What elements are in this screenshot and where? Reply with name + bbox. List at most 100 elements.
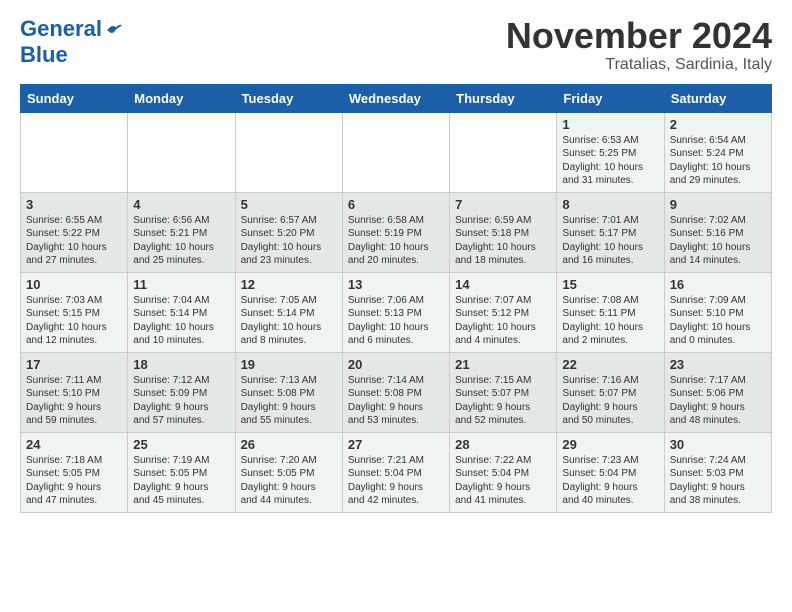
calendar-row: 3 Sunrise: 6:55 AM Sunset: 5:22 PM Daylig…: [21, 192, 772, 272]
day-number: 18: [133, 357, 229, 372]
day-number: 24: [26, 437, 122, 452]
table-row: 5 Sunrise: 6:57 AM Sunset: 5:20 PM Daylig…: [235, 192, 342, 272]
table-row: 19Sunrise: 7:13 AM Sunset: 5:08 PM Dayli…: [235, 352, 342, 432]
day-info: Sunrise: 6:56 AM Sunset: 5:21 PM Dayligh…: [133, 214, 229, 268]
col-thursday: Thursday: [450, 84, 557, 112]
day-number: 12: [241, 277, 337, 292]
table-row: 16 Sunrise: 7:09 AM Sunset: 5:10 PM Dayli…: [664, 272, 771, 352]
calendar-row: 10 Sunrise: 7:03 AM Sunset: 5:15 PM Dayli…: [21, 272, 772, 352]
day-number: 30: [670, 437, 766, 452]
day-info: Sunrise: 7:11 AM Sunset: 5:10 PM Dayligh…: [26, 374, 122, 428]
day-number: 17: [26, 357, 122, 372]
col-monday: Monday: [128, 84, 235, 112]
day-number: 14: [455, 277, 551, 292]
day-number: 26: [241, 437, 337, 452]
day-info: Sunrise: 7:20 AM Sunset: 5:05 PM Dayligh…: [241, 454, 337, 508]
day-info: Sunrise: 7:03 AM Sunset: 5:15 PM Dayligh…: [26, 294, 122, 348]
col-saturday: Saturday: [664, 84, 771, 112]
day-info: Sunrise: 7:22 AM Sunset: 5:04 PM Dayligh…: [455, 454, 551, 508]
day-number: 6: [348, 197, 444, 212]
table-row: 23Sunrise: 7:17 AM Sunset: 5:06 PM Dayli…: [664, 352, 771, 432]
table-row: 25Sunrise: 7:19 AM Sunset: 5:05 PM Dayli…: [128, 432, 235, 512]
table-row: 17 Sunrise: 7:11 AM Sunset: 5:10 PM Dayli…: [21, 352, 128, 432]
logo-bird-icon: [104, 22, 122, 36]
table-row: 1 Sunrise: 6:53 AM Sunset: 5:25 PM Daylig…: [557, 112, 664, 192]
day-number: 21: [455, 357, 551, 372]
day-info: Sunrise: 6:54 AM Sunset: 5:24 PM Dayligh…: [670, 134, 766, 188]
table-row: 9Sunrise: 7:02 AM Sunset: 5:16 PM Daylig…: [664, 192, 771, 272]
day-info: Sunrise: 7:24 AM Sunset: 5:03 PM Dayligh…: [670, 454, 766, 508]
day-info: Sunrise: 7:04 AM Sunset: 5:14 PM Dayligh…: [133, 294, 229, 348]
table-row: 12Sunrise: 7:05 AM Sunset: 5:14 PM Dayli…: [235, 272, 342, 352]
table-row: 14 Sunrise: 7:07 AM Sunset: 5:12 PM Dayli…: [450, 272, 557, 352]
page: General Blue November 2024 Tratalias, Sa…: [0, 0, 792, 533]
day-number: 23: [670, 357, 766, 372]
calendar-row: 17 Sunrise: 7:11 AM Sunset: 5:10 PM Dayli…: [21, 352, 772, 432]
calendar-row: 24 Sunrise: 7:18 AM Sunset: 5:05 PM Dayli…: [21, 432, 772, 512]
day-number: 29: [562, 437, 658, 452]
day-info: Sunrise: 7:15 AM Sunset: 5:07 PM Dayligh…: [455, 374, 551, 428]
day-number: 7: [455, 197, 551, 212]
table-row: [342, 112, 449, 192]
table-row: 30 Sunrise: 7:24 AM Sunset: 5:03 PM Dayli…: [664, 432, 771, 512]
day-number: 5: [241, 197, 337, 212]
day-info: Sunrise: 7:14 AM Sunset: 5:08 PM Dayligh…: [348, 374, 444, 428]
location: Tratalias, Sardinia, Italy: [506, 56, 772, 74]
month-title: November 2024: [506, 16, 772, 56]
day-info: Sunrise: 7:09 AM Sunset: 5:10 PM Dayligh…: [670, 294, 766, 348]
day-info: Sunrise: 7:19 AM Sunset: 5:05 PM Dayligh…: [133, 454, 229, 508]
day-info: Sunrise: 7:12 AM Sunset: 5:09 PM Dayligh…: [133, 374, 229, 428]
table-row: 10 Sunrise: 7:03 AM Sunset: 5:15 PM Dayli…: [21, 272, 128, 352]
day-number: 20: [348, 357, 444, 372]
col-tuesday: Tuesday: [235, 84, 342, 112]
table-row: 3 Sunrise: 6:55 AM Sunset: 5:22 PM Daylig…: [21, 192, 128, 272]
day-info: Sunrise: 7:23 AM Sunset: 5:04 PM Dayligh…: [562, 454, 658, 508]
day-info: Sunrise: 7:18 AM Sunset: 5:05 PM Dayligh…: [26, 454, 122, 508]
day-info: Sunrise: 6:55 AM Sunset: 5:22 PM Dayligh…: [26, 214, 122, 268]
day-number: 11: [133, 277, 229, 292]
col-sunday: Sunday: [21, 84, 128, 112]
day-number: 16: [670, 277, 766, 292]
header: General Blue November 2024 Tratalias, Sa…: [20, 16, 772, 74]
day-number: 8: [562, 197, 658, 212]
day-number: 28: [455, 437, 551, 452]
table-row: [21, 112, 128, 192]
day-number: 10: [26, 277, 122, 292]
col-wednesday: Wednesday: [342, 84, 449, 112]
day-info: Sunrise: 7:02 AM Sunset: 5:16 PM Dayligh…: [670, 214, 766, 268]
day-number: 22: [562, 357, 658, 372]
day-number: 27: [348, 437, 444, 452]
table-row: 22Sunrise: 7:16 AM Sunset: 5:07 PM Dayli…: [557, 352, 664, 432]
table-row: 24 Sunrise: 7:18 AM Sunset: 5:05 PM Dayli…: [21, 432, 128, 512]
logo-general: General: [20, 16, 102, 42]
day-info: Sunrise: 6:57 AM Sunset: 5:20 PM Dayligh…: [241, 214, 337, 268]
day-number: 1: [562, 117, 658, 132]
day-number: 3: [26, 197, 122, 212]
table-row: [450, 112, 557, 192]
day-info: Sunrise: 6:53 AM Sunset: 5:25 PM Dayligh…: [562, 134, 658, 188]
table-row: [128, 112, 235, 192]
table-row: 4 Sunrise: 6:56 AM Sunset: 5:21 PM Daylig…: [128, 192, 235, 272]
table-row: 7Sunrise: 6:59 AM Sunset: 5:18 PM Daylig…: [450, 192, 557, 272]
table-row: [235, 112, 342, 192]
calendar-table: Sunday Monday Tuesday Wednesday Thursday…: [20, 84, 772, 513]
day-info: Sunrise: 7:21 AM Sunset: 5:04 PM Dayligh…: [348, 454, 444, 508]
day-number: 15: [562, 277, 658, 292]
table-row: 20 Sunrise: 7:14 AM Sunset: 5:08 PM Dayli…: [342, 352, 449, 432]
table-row: 21 Sunrise: 7:15 AM Sunset: 5:07 PM Dayli…: [450, 352, 557, 432]
day-info: Sunrise: 7:08 AM Sunset: 5:11 PM Dayligh…: [562, 294, 658, 348]
day-number: 13: [348, 277, 444, 292]
day-info: Sunrise: 7:06 AM Sunset: 5:13 PM Dayligh…: [348, 294, 444, 348]
table-row: 28 Sunrise: 7:22 AM Sunset: 5:04 PM Dayli…: [450, 432, 557, 512]
table-row: 2Sunrise: 6:54 AM Sunset: 5:24 PM Daylig…: [664, 112, 771, 192]
day-info: Sunrise: 7:01 AM Sunset: 5:17 PM Dayligh…: [562, 214, 658, 268]
logo-blue: Blue: [20, 42, 68, 67]
table-row: 27 Sunrise: 7:21 AM Sunset: 5:04 PM Dayli…: [342, 432, 449, 512]
day-info: Sunrise: 6:58 AM Sunset: 5:19 PM Dayligh…: [348, 214, 444, 268]
day-number: 4: [133, 197, 229, 212]
day-info: Sunrise: 7:07 AM Sunset: 5:12 PM Dayligh…: [455, 294, 551, 348]
table-row: 29 Sunrise: 7:23 AM Sunset: 5:04 PM Dayli…: [557, 432, 664, 512]
calendar-header-row: Sunday Monday Tuesday Wednesday Thursday…: [21, 84, 772, 112]
table-row: 8 Sunrise: 7:01 AM Sunset: 5:17 PM Daylig…: [557, 192, 664, 272]
day-info: Sunrise: 7:13 AM Sunset: 5:08 PM Dayligh…: [241, 374, 337, 428]
